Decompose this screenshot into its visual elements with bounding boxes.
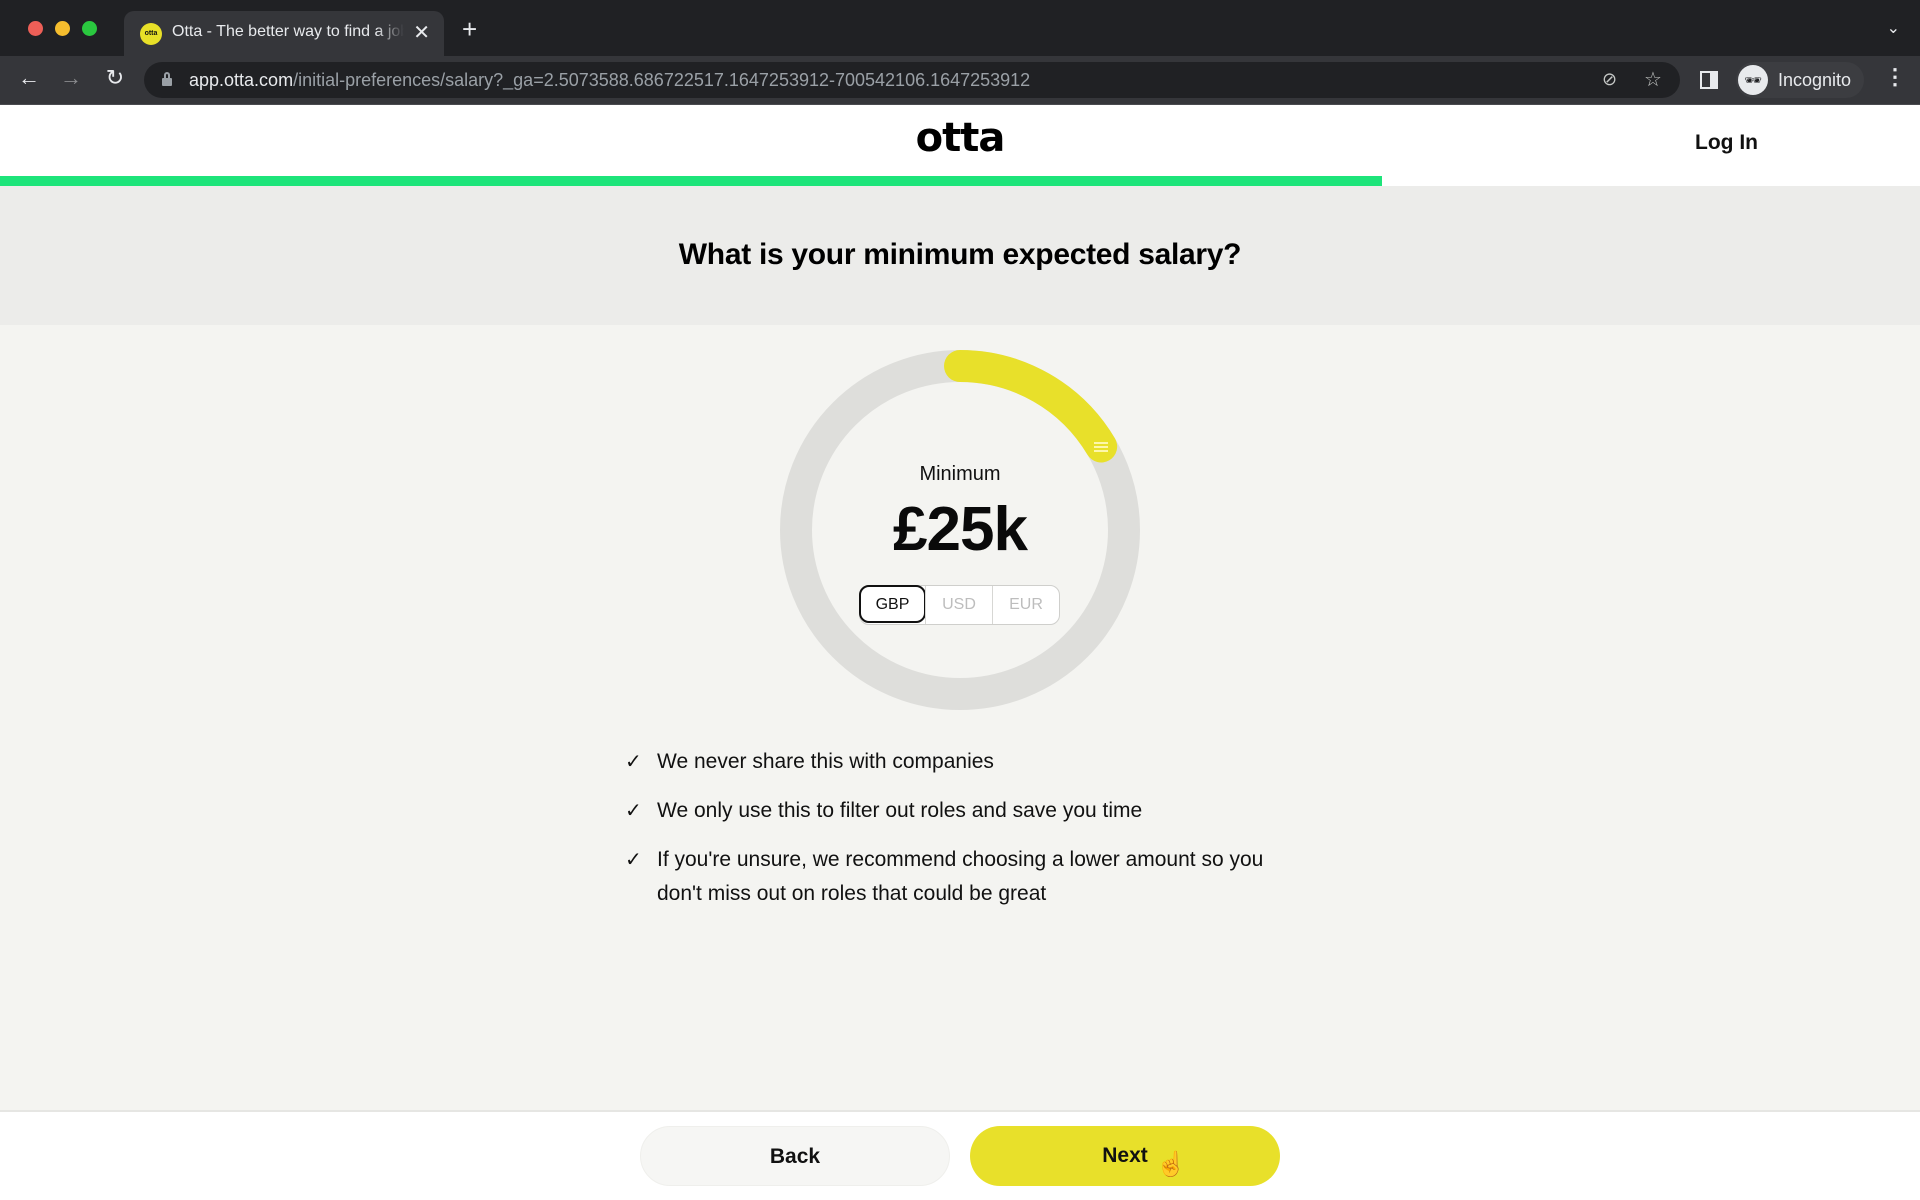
next-button[interactable]: Next [970,1126,1280,1186]
browser-toolbar: ← → ↻ app.otta.com/initial-preferences/s… [0,56,1920,105]
salary-label: Minimum [919,463,1001,485]
currency-option-usd[interactable]: USD [925,586,992,624]
url-path: /initial-preferences/salary?_ga=2.507358… [293,70,1031,90]
salary-value: £25k [893,495,1028,564]
reassurance-list: ✓ We never share this with companies ✓ W… [625,745,1305,926]
reassurance-text: We only use this to filter out roles and… [657,799,1143,822]
incognito-icon: 🕶 [1738,65,1768,95]
footer-actions: Back Next [0,1110,1920,1200]
site-header: otta Log In [0,105,1920,186]
check-icon: ✓ [625,849,642,871]
forward-arrow-icon[interactable]: → [56,65,86,91]
url-host: app.otta.com [189,70,294,90]
currency-option-gbp[interactable]: GBP [859,585,926,623]
login-link[interactable]: Log In [1695,131,1758,155]
reassurance-item: ✓ We only use this to filter out roles a… [625,794,1305,828]
new-tab-button[interactable]: + [462,14,477,45]
back-button[interactable]: Back [640,1126,950,1186]
reassurance-text: We never share this with companies [657,750,994,773]
currency-option-eur[interactable]: EUR [992,586,1059,624]
page-title: What is your minimum expected salary? [678,238,1242,271]
bookmark-star-icon[interactable]: ☆ [1644,67,1662,92]
onboarding-progress-bar [0,176,1920,186]
reassurance-item: ✓ If you're unsure, we recommend choosin… [625,843,1305,911]
reassurance-text: If you're unsure, we recommend choosing … [657,848,1264,905]
tab-close-icon[interactable]: ✕ [413,20,430,45]
incognito-profile-button[interactable]: 🕶 Incognito [1736,62,1864,98]
reload-icon[interactable]: ↻ [100,65,130,91]
browser-menu-icon[interactable]: ⋮ [1884,64,1906,90]
progress-bar-fill [0,176,1383,186]
incognito-label: Incognito [1778,70,1852,90]
close-window-button[interactable] [28,21,43,36]
question-banner: What is your minimum expected salary? [0,186,1920,325]
currency-selector: GBP USD EUR [859,585,1060,625]
pointer-hand-cursor-icon: ☝ [1156,1151,1186,1178]
tab-list-chevron-icon[interactable]: ⌄ [1887,18,1900,38]
reassurance-item: ✓ We never share this with companies [625,745,1305,779]
browser-titlebar: otta Otta - The better way to find a job… [0,0,1920,56]
page-content: otta Log In What is your minimum expecte… [0,105,1920,1200]
eye-off-icon[interactable]: ⊘ [1602,69,1617,90]
otta-favicon-icon: otta [140,23,162,45]
maximize-window-button[interactable] [82,21,97,36]
browser-tab-active[interactable]: otta Otta - The better way to find a job… [124,11,444,56]
dial-drag-handle-icon[interactable] [1094,441,1109,452]
side-panel-icon[interactable] [1700,71,1718,89]
check-icon: ✓ [625,751,642,773]
url-text[interactable]: app.otta.com/initial-preferences/salary?… [189,70,1030,91]
minimize-window-button[interactable] [55,21,70,36]
otta-logo[interactable]: otta [0,115,1920,161]
lock-icon[interactable] [162,72,172,86]
dial-fill-arc [944,350,1118,463]
back-arrow-icon[interactable]: ← [14,65,44,91]
salary-dial[interactable]: Minimum £25k GBP USD EUR [780,350,1140,710]
tab-title: Otta - The better way to find a job [172,23,404,40]
address-bar[interactable]: app.otta.com/initial-preferences/salary?… [144,62,1680,98]
check-icon: ✓ [625,800,642,822]
